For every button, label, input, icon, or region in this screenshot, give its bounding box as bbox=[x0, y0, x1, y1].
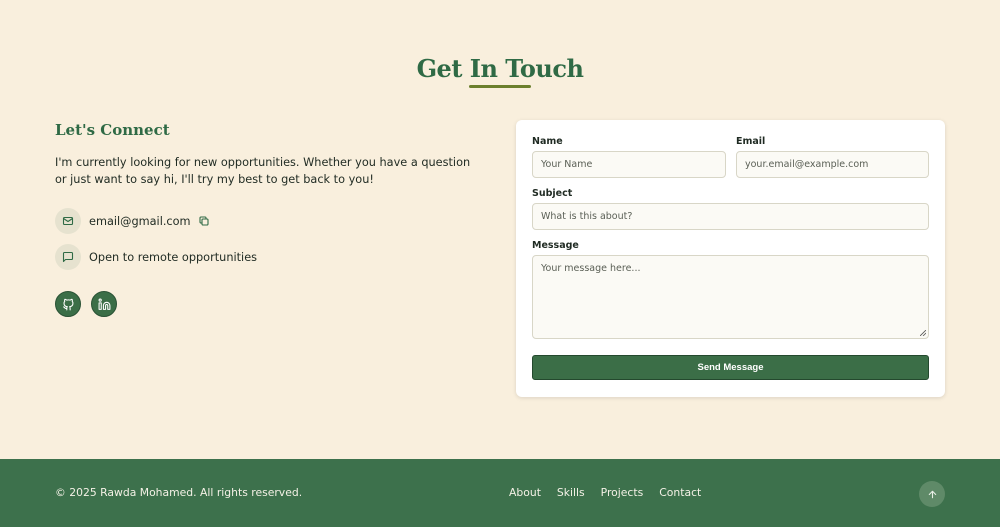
subject-field[interactable]: What is this about? bbox=[532, 203, 929, 230]
arrow-up-icon[interactable] bbox=[919, 481, 945, 507]
copy-icon[interactable] bbox=[197, 214, 211, 228]
name-label: Name bbox=[532, 136, 563, 147]
copyright-text: © 2025 Rawda Mohamed. All rights reserve… bbox=[55, 486, 303, 499]
connect-description: I'm currently looking for new opportunit… bbox=[55, 156, 471, 186]
footer-link-about[interactable]: About bbox=[509, 486, 541, 499]
footer-link-projects[interactable]: Projects bbox=[601, 486, 644, 499]
email-label: Email bbox=[736, 136, 766, 147]
remote-contact-row: Open to remote opportunities bbox=[55, 244, 257, 270]
contact-form: Name Email Your Name your.email@example.… bbox=[516, 120, 945, 397]
send-message-button[interactable]: Send Message bbox=[532, 355, 929, 380]
message-placeholder: Your message here... bbox=[541, 263, 641, 274]
title-underline bbox=[469, 85, 531, 88]
name-placeholder: Your Name bbox=[541, 159, 593, 170]
resize-handle-icon[interactable] bbox=[920, 330, 926, 336]
connect-heading: Let's Connect bbox=[55, 121, 170, 139]
message-textarea[interactable]: Your message here... bbox=[532, 255, 929, 339]
footer: © 2025 Rawda Mohamed. All rights reserve… bbox=[0, 459, 1000, 527]
footer-nav: About Skills Projects Contact bbox=[509, 486, 717, 499]
email-contact-row: email@gmail.com bbox=[55, 208, 211, 234]
linkedin-icon[interactable] bbox=[91, 291, 117, 317]
section-title: Get In Touch bbox=[416, 54, 584, 83]
name-field[interactable]: Your Name bbox=[532, 151, 726, 178]
subject-label: Subject bbox=[532, 188, 573, 199]
remote-text: Open to remote opportunities bbox=[89, 250, 258, 264]
message-label: Message bbox=[532, 240, 579, 251]
footer-link-skills[interactable]: Skills bbox=[557, 486, 585, 499]
email-address: email@gmail.com bbox=[89, 214, 191, 228]
message-square-icon bbox=[55, 244, 81, 270]
subject-placeholder: What is this about? bbox=[541, 211, 633, 222]
github-icon[interactable] bbox=[55, 291, 81, 317]
footer-link-contact[interactable]: Contact bbox=[659, 486, 701, 499]
mail-icon bbox=[55, 208, 81, 234]
email-field[interactable]: your.email@example.com bbox=[736, 151, 929, 178]
email-placeholder: your.email@example.com bbox=[745, 159, 869, 170]
